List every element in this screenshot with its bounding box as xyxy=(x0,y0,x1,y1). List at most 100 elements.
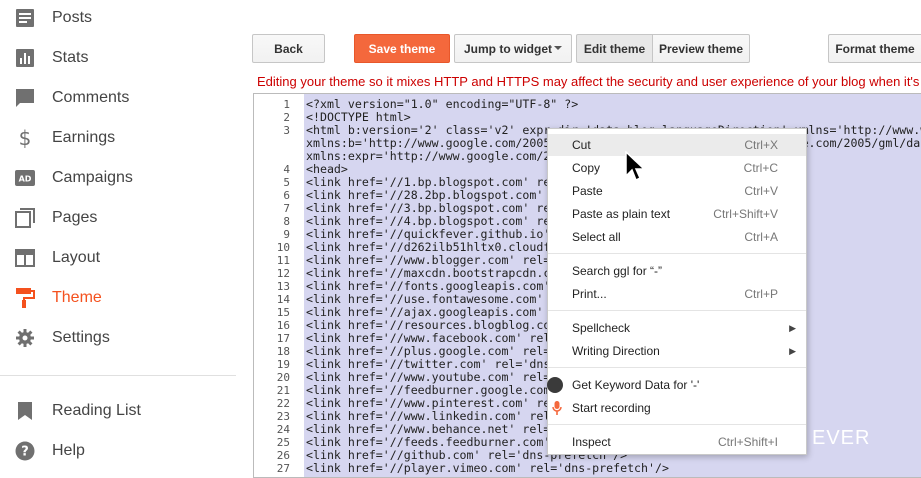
svg-text:AD: AD xyxy=(19,175,32,184)
menu-item-copy[interactable]: Copy Ctrl+C xyxy=(548,157,806,179)
menu-item-paste[interactable]: Paste Ctrl+V xyxy=(548,180,806,202)
save-theme-button[interactable]: Save theme xyxy=(354,34,450,63)
code-line: <link href='//player.vimeo.com' rel='dns… xyxy=(306,461,669,475)
line-number: 10 xyxy=(276,241,290,254)
menu-item-select-all[interactable]: Select all Ctrl+A xyxy=(548,226,806,248)
edit-theme-button-label: Edit theme xyxy=(583,41,646,56)
line-number: 6 xyxy=(283,189,290,202)
sidebar-item-help[interactable]: ? Help xyxy=(0,431,236,471)
preview-theme-button-label: Preview theme xyxy=(658,41,744,56)
line-number: 26 xyxy=(276,449,290,462)
save-theme-button-label: Save theme xyxy=(368,41,436,56)
sidebar-item-layout[interactable]: Layout xyxy=(0,238,236,278)
format-theme-button[interactable]: Format theme xyxy=(828,34,921,63)
jump-to-widget-label: Jump to widget xyxy=(464,41,552,56)
line-number: 24 xyxy=(276,423,290,436)
menu-item-shortcut: Ctrl+Shift+I xyxy=(717,435,778,449)
line-number: 27 xyxy=(276,462,290,475)
submenu-arrow-icon: ▶ xyxy=(789,322,796,333)
sidebar-item-settings[interactable]: Settings xyxy=(0,318,236,358)
sidebar-item-campaigns[interactable]: AD Campaigns xyxy=(0,158,236,198)
dollar-icon: $ xyxy=(18,126,32,150)
sidebar-item-stats[interactable]: Stats xyxy=(0,38,236,78)
menu-item-shortcut: Ctrl+A xyxy=(744,230,778,244)
microphone-icon xyxy=(552,401,562,418)
menu-item-label: Paste as plain text xyxy=(572,207,671,221)
sidebar-item-label: Layout xyxy=(52,249,101,266)
ad-icon: AD xyxy=(14,167,36,189)
menu-item-shortcut: Ctrl+Shift+V xyxy=(713,207,778,221)
menu-item-search[interactable]: Search ggl for “-” xyxy=(548,260,806,282)
back-button-label: Back xyxy=(274,41,303,56)
menu-item-label: Start recording xyxy=(572,401,651,415)
back-button[interactable]: Back xyxy=(252,34,325,63)
watermark-text: EVER xyxy=(812,427,871,449)
menu-item-label: Get Keyword Data for '-' xyxy=(572,378,700,392)
line-number: 13 xyxy=(276,280,290,293)
menu-item-shortcut: Ctrl+P xyxy=(744,287,778,301)
line-number: 14 xyxy=(276,293,290,306)
line-number: 3 xyxy=(283,124,290,137)
line-number: 18 xyxy=(276,345,290,358)
line-number-gutter: 1 2 3 4 5 6 7 8 9 10 11 12 13 14 15 16 17 18 19 20 21 22 23 24 2… xyxy=(254,94,299,477)
sidebar-item-label: Stats xyxy=(52,49,89,66)
sidebar-item-reading-list[interactable]: Reading List xyxy=(0,391,236,431)
line-number: 11 xyxy=(276,254,290,267)
help-icon: ? xyxy=(14,440,36,462)
menu-item-label: Paste xyxy=(572,184,603,198)
menu-item-label: Spellcheck xyxy=(572,321,631,335)
line-number: 25 xyxy=(276,436,290,449)
menu-item-keyword-data[interactable]: Get Keyword Data for '-' xyxy=(547,374,806,396)
menu-item-shortcut: Ctrl+C xyxy=(743,161,778,175)
line-number: 5 xyxy=(283,176,290,189)
sidebar-item-label: Help xyxy=(52,442,85,459)
submenu-arrow-icon: ▶ xyxy=(789,345,796,356)
sidebar-divider xyxy=(0,375,236,376)
sidebar-item-theme[interactable]: Theme xyxy=(0,278,236,318)
line-number: 8 xyxy=(283,215,290,228)
sidebar-item-posts[interactable]: Posts xyxy=(0,0,236,38)
menu-item-label: Writing Direction xyxy=(572,344,660,358)
line-number: 7 xyxy=(283,202,290,215)
format-theme-button-label: Format theme xyxy=(835,41,915,56)
menu-item-label: Search ggl for “-” xyxy=(572,264,663,278)
layout-icon xyxy=(14,247,36,269)
menu-item-spellcheck[interactable]: Spellcheck ▶ xyxy=(548,317,806,339)
line-number: 9 xyxy=(283,228,290,241)
menu-separator xyxy=(548,310,806,311)
context-menu: Cut Ctrl+X Copy Ctrl+C Paste Ctrl+V Paste a… xyxy=(547,128,807,455)
menu-item-start-recording[interactable]: Start recording xyxy=(548,397,806,419)
sidebar-item-label: Pages xyxy=(52,209,98,226)
line-number: 1 xyxy=(283,98,290,111)
line-number: 2 xyxy=(283,111,290,124)
menu-item-print[interactable]: Print... Ctrl+P xyxy=(548,283,806,305)
menu-item-shortcut: Ctrl+X xyxy=(744,138,778,152)
sidebar-item-label: Campaigns xyxy=(52,169,133,186)
keyword-extension-icon xyxy=(547,377,563,393)
sidebar-item-label: Settings xyxy=(52,329,110,346)
preview-theme-button[interactable]: Preview theme xyxy=(652,34,750,63)
paint-roller-icon xyxy=(14,287,36,309)
line-number: 20 xyxy=(276,371,290,384)
edit-theme-button[interactable]: Edit theme xyxy=(576,34,653,63)
sidebar-item-earnings[interactable]: $ Earnings xyxy=(0,118,236,158)
sidebar-item-pages[interactable]: Pages xyxy=(0,198,236,238)
menu-item-inspect[interactable]: Inspect Ctrl+Shift+I xyxy=(548,431,806,453)
stats-icon xyxy=(14,47,36,69)
menu-item-paste-plain[interactable]: Paste as plain text Ctrl+Shift+V xyxy=(548,203,806,225)
menu-item-label: Copy xyxy=(572,161,601,175)
line-number: 22 xyxy=(276,397,290,410)
line-number: 15 xyxy=(276,306,290,319)
sidebar: Posts Stats Comments $ Earnings AD Campa… xyxy=(0,0,236,478)
menu-item-cut[interactable]: Cut Ctrl+X xyxy=(548,134,806,156)
sidebar-item-label: Earnings xyxy=(52,129,116,146)
jump-to-widget-dropdown[interactable]: Jump to widget xyxy=(454,34,572,63)
line-number: 12 xyxy=(276,267,290,280)
sidebar-item-label: Theme xyxy=(52,289,102,306)
menu-item-shortcut: Ctrl+V xyxy=(744,184,778,198)
menu-item-writing-direction[interactable]: Writing Direction ▶ xyxy=(548,340,806,362)
menu-item-label: Inspect xyxy=(572,435,611,449)
comments-icon xyxy=(14,87,36,109)
sidebar-item-comments[interactable]: Comments xyxy=(0,78,236,118)
warning-text: Editing your theme so it mixes HTTP and … xyxy=(257,73,921,89)
